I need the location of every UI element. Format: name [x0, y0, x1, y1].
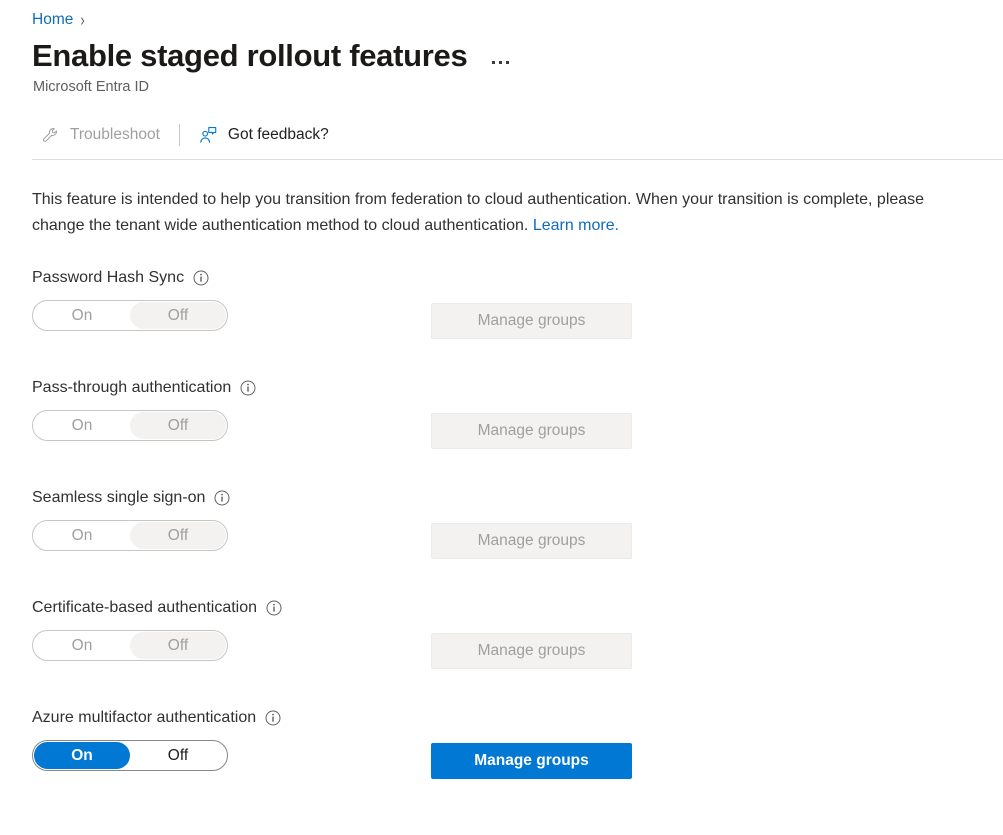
- page-subtitle: Microsoft Entra ID: [0, 79, 1003, 96]
- page-title: Enable staged rollout features: [32, 39, 467, 74]
- manage-groups-button[interactable]: Manage groups: [431, 633, 632, 669]
- feature-row-certificate-based-authentication: Certificate-based authentication On Off …: [0, 597, 1003, 707]
- toggle-option-off[interactable]: Off: [130, 632, 226, 659]
- manage-groups-button[interactable]: Manage groups: [431, 303, 632, 339]
- feature-label-line: Pass-through authentication: [32, 377, 1003, 399]
- info-circle-icon[interactable]: [240, 380, 256, 396]
- toggle-pass-through-authentication[interactable]: On Off: [32, 410, 228, 441]
- toggle-option-on[interactable]: On: [34, 632, 130, 659]
- ellipsis-dot: [506, 61, 509, 64]
- manage-groups-button[interactable]: Manage groups: [431, 523, 632, 559]
- breadcrumb-home-link[interactable]: Home: [32, 12, 73, 28]
- page-header: Enable staged rollout features: [0, 30, 1003, 74]
- troubleshoot-button[interactable]: Troubleshoot: [34, 118, 167, 152]
- command-bar-rule: [32, 159, 1003, 160]
- toggle-option-on[interactable]: On: [34, 302, 130, 329]
- command-bar-divider: [179, 124, 180, 146]
- got-feedback-button[interactable]: Got feedback?: [192, 118, 336, 152]
- wrench-icon: [41, 126, 60, 145]
- learn-more-link[interactable]: Learn more.: [533, 217, 619, 234]
- feature-label-line: Password Hash Sync: [32, 267, 1003, 289]
- more-actions-button[interactable]: [489, 57, 512, 68]
- feature-label-line: Azure multifactor authentication: [32, 707, 1003, 729]
- info-circle-icon[interactable]: [193, 270, 209, 286]
- description-body: This feature is intended to help you tra…: [32, 191, 924, 234]
- troubleshoot-label: Troubleshoot: [70, 126, 160, 144]
- toggle-option-on[interactable]: On: [34, 412, 130, 439]
- info-circle-icon[interactable]: [214, 490, 230, 506]
- ellipsis-dot: [499, 61, 502, 64]
- manage-groups-button[interactable]: Manage groups: [431, 743, 632, 779]
- command-bar: Troubleshoot Got feedback?: [0, 114, 1003, 156]
- feature-label-line: Certificate-based authentication: [32, 597, 1003, 619]
- feature-label: Certificate-based authentication: [32, 598, 257, 617]
- feature-label: Azure multifactor authentication: [32, 708, 256, 727]
- breadcrumb: Home ›: [0, 0, 1003, 30]
- feedback-person-icon: [199, 126, 218, 145]
- toggle-certificate-based-authentication[interactable]: On Off: [32, 630, 228, 661]
- feature-row-password-hash-sync: Password Hash Sync On Off Manage groups: [0, 267, 1003, 377]
- toggle-option-on[interactable]: On: [34, 742, 130, 769]
- feature-label: Pass-through authentication: [32, 378, 231, 397]
- ellipsis-dot: [492, 61, 495, 64]
- feature-row-pass-through-authentication: Pass-through authentication On Off Manag…: [0, 377, 1003, 487]
- feature-label: Seamless single sign-on: [32, 488, 205, 507]
- toggle-option-on[interactable]: On: [34, 522, 130, 549]
- info-circle-icon[interactable]: [265, 710, 281, 726]
- toggle-option-off[interactable]: Off: [130, 522, 226, 549]
- feature-list: Password Hash Sync On Off Manage groups …: [0, 267, 1003, 817]
- toggle-option-off[interactable]: Off: [130, 302, 226, 329]
- toggle-password-hash-sync[interactable]: On Off: [32, 300, 228, 331]
- got-feedback-label: Got feedback?: [228, 126, 329, 144]
- toggle-option-off[interactable]: Off: [130, 742, 226, 769]
- manage-groups-button[interactable]: Manage groups: [431, 413, 632, 449]
- description-text: This feature is intended to help you tra…: [32, 187, 980, 239]
- feature-row-azure-multifactor-authentication: Azure multifactor authentication On Off …: [0, 707, 1003, 817]
- chevron-right-icon: ›: [80, 11, 84, 29]
- feature-label-line: Seamless single sign-on: [32, 487, 1003, 509]
- info-circle-icon[interactable]: [266, 600, 282, 616]
- toggle-option-off[interactable]: Off: [130, 412, 226, 439]
- toggle-azure-multifactor-authentication[interactable]: On Off: [32, 740, 228, 771]
- feature-row-seamless-single-sign-on: Seamless single sign-on On Off Manage gr…: [0, 487, 1003, 597]
- toggle-seamless-single-sign-on[interactable]: On Off: [32, 520, 228, 551]
- feature-label: Password Hash Sync: [32, 268, 184, 287]
